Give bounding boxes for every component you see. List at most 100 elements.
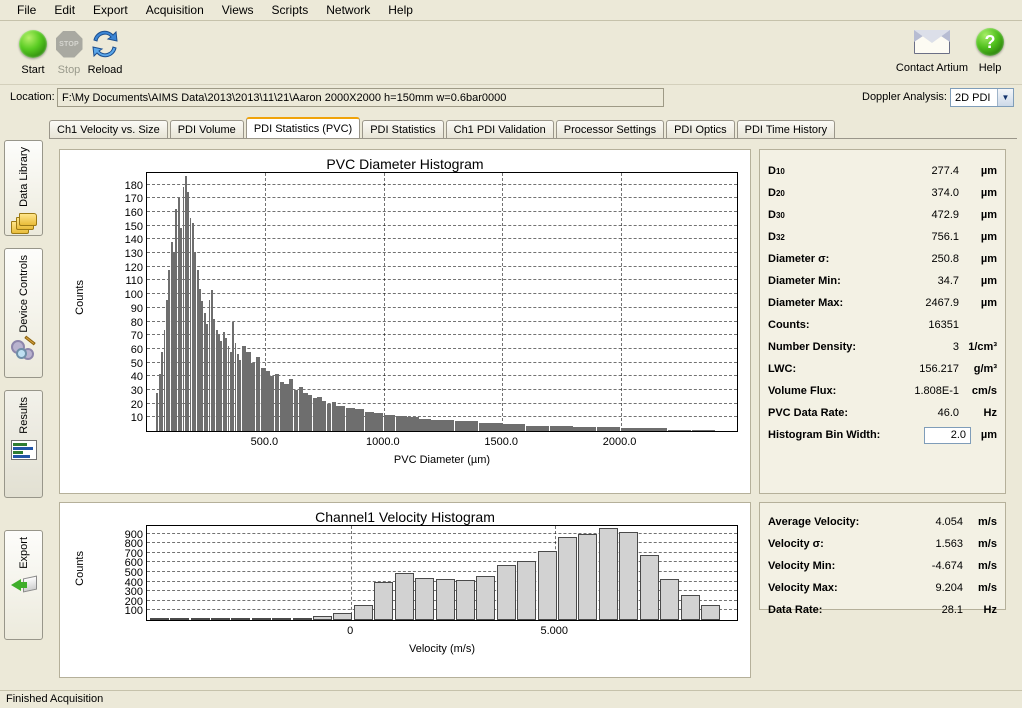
- sidebar-item-export[interactable]: Export: [4, 530, 43, 640]
- histogram-bar: [299, 387, 303, 431]
- menu-item-scripts[interactable]: Scripts: [263, 1, 318, 19]
- histogram-bar: [538, 551, 557, 620]
- pvc-stat-unit: µm: [981, 253, 997, 265]
- pvc-stat-value: 472.9: [931, 209, 959, 221]
- velocity-plot-area: [146, 525, 738, 621]
- pvc-stat-label: Diameter σ:: [768, 253, 829, 265]
- histogram-bar: [284, 384, 288, 431]
- velocity-stat-value: 9.204: [935, 582, 963, 594]
- menu-item-export[interactable]: Export: [84, 1, 137, 19]
- histogram-bar: [261, 368, 265, 431]
- y-tick-label: 90: [131, 303, 146, 315]
- pvc-stat-subscript: 32: [776, 233, 785, 242]
- tab-pdi-volume[interactable]: PDI Volume: [170, 120, 244, 139]
- histogram-bar: [419, 419, 430, 431]
- histogram-bar: [355, 409, 364, 431]
- pvc-stat-row: LWC:156.217g/m³: [760, 358, 1005, 380]
- sidebar-item-device-controls[interactable]: Device Controls: [4, 248, 43, 378]
- histogram-bar: [256, 357, 260, 431]
- pvc-stat-row: Histogram Bin Width:2.0µm: [760, 424, 1005, 446]
- tab-pdi-statistics-pvc[interactable]: PDI Statistics (PVC): [246, 117, 360, 138]
- location-input[interactable]: F:\My Documents\AIMS Data\2013\2013\11\2…: [57, 88, 664, 107]
- histogram-bar: [336, 406, 345, 431]
- toolbar: Start STOP Stop Reload Contact Artium ? …: [0, 21, 1022, 85]
- histogram-bar: [242, 346, 246, 431]
- histogram-bar: [497, 565, 516, 620]
- pvc-stat-value: 374.0: [931, 187, 959, 199]
- histogram-bar: [272, 618, 291, 620]
- tab-pdi-optics[interactable]: PDI Optics: [666, 120, 735, 139]
- contact-artium-button[interactable]: Contact Artium: [893, 23, 971, 74]
- pvc-statistics-panel: D10277.4µmD20374.0µmD30472.9µmD32756.1µm…: [759, 149, 1006, 494]
- velocity-bars: [147, 526, 737, 620]
- pvc-stat-row: Diameter Min:34.7µm: [760, 270, 1005, 292]
- x-tick-label: 500.0: [251, 436, 279, 448]
- tab-pdi-time-history[interactable]: PDI Time History: [737, 120, 836, 139]
- pvc-bars: [147, 173, 737, 431]
- histogram-bar: [681, 595, 700, 620]
- pvc-stat-label: D: [768, 165, 776, 177]
- pvc-stat-unit: g/m³: [974, 363, 997, 375]
- doppler-analysis-label: Doppler Analysis:: [862, 91, 947, 103]
- tab-ch1-velocity-vs-size[interactable]: Ch1 Velocity vs. Size: [49, 120, 168, 139]
- pvc-stat-value: 756.1: [931, 231, 959, 243]
- menu-item-network[interactable]: Network: [317, 1, 379, 19]
- histogram-bar: [308, 395, 312, 431]
- histogram-bar: [231, 618, 250, 620]
- y-tick-label: 80: [131, 317, 146, 329]
- chevron-down-icon[interactable]: ▼: [997, 89, 1013, 106]
- pvc-x-axis-label: PVC Diameter (µm): [146, 454, 738, 466]
- velocity-stat-row: Velocity Min:-4.674m/s: [760, 555, 1005, 577]
- pvc-histogram-panel: PVC Diameter Histogram 10203040506070809…: [59, 149, 751, 494]
- pvc-stat-row: Counts:16351: [760, 314, 1005, 336]
- menu-item-views[interactable]: Views: [213, 1, 263, 19]
- velocity-stat-label: Velocity σ:: [768, 538, 824, 550]
- pvc-stat-unit: 1/cm³: [968, 341, 997, 353]
- histogram-bar: [619, 532, 638, 620]
- histogram-bar: [502, 424, 525, 431]
- contact-artium-label: Contact Artium: [893, 62, 971, 74]
- histogram-bar: [252, 618, 271, 620]
- reload-button[interactable]: Reload: [78, 25, 132, 76]
- y-tick-label: 140: [125, 234, 146, 246]
- pvc-stat-row: Diameter Max:2467.9µm: [760, 292, 1005, 314]
- y-tick-label: 900: [125, 529, 146, 541]
- pvc-stat-unit: cm/s: [972, 385, 997, 397]
- tab-processor-settings[interactable]: Processor Settings: [556, 120, 664, 139]
- menu-item-help[interactable]: Help: [379, 1, 422, 19]
- velocity-stat-value: 1.563: [935, 538, 963, 550]
- velocity-stat-value: 28.1: [942, 604, 963, 616]
- histogram-bar: [701, 605, 720, 620]
- pvc-stat-label: PVC Data Rate:: [768, 407, 848, 419]
- histogram-bin-width-input[interactable]: 2.0: [924, 427, 971, 444]
- y-tick-label: 120: [125, 262, 146, 274]
- sidebar-item-results[interactable]: Results: [4, 390, 43, 498]
- pvc-stat-row: PVC Data Rate:46.0Hz: [760, 402, 1005, 424]
- histogram-bar: [692, 430, 715, 431]
- location-label: Location:: [10, 91, 55, 103]
- menu-item-acquisition[interactable]: Acquisition: [137, 1, 213, 19]
- doppler-analysis-select[interactable]: 2D PDI ▼: [950, 88, 1014, 107]
- histogram-bar: [395, 573, 414, 620]
- velocity-stat-label: Data Rate:: [768, 604, 822, 616]
- velocity-stat-row: Velocity σ:1.563m/s: [760, 533, 1005, 555]
- x-tick-label: 0: [347, 625, 353, 637]
- help-button[interactable]: ? Help: [968, 23, 1012, 74]
- reload-button-label: Reload: [78, 64, 132, 76]
- pvc-y-axis-label: Counts: [74, 280, 86, 315]
- menu-item-edit[interactable]: Edit: [45, 1, 84, 19]
- y-tick-label: 50: [131, 358, 146, 370]
- menu-item-file[interactable]: File: [8, 1, 45, 19]
- sidebar-item-data-library[interactable]: Data Library: [4, 140, 43, 236]
- histogram-bar: [374, 413, 383, 431]
- velocity-histogram-panel: Channel1 Velocity Histogram 100200300400…: [59, 502, 751, 678]
- histogram-bar: [396, 416, 407, 431]
- y-tick-label: 110: [125, 275, 146, 287]
- tab-pdi-statistics[interactable]: PDI Statistics: [362, 120, 443, 139]
- histogram-bar: [327, 404, 331, 431]
- histogram-bar: [597, 427, 620, 431]
- help-question-icon: ?: [968, 23, 1012, 61]
- pvc-stat-row: D10277.4µm: [760, 160, 1005, 182]
- tab-ch1-pdi-validation[interactable]: Ch1 PDI Validation: [446, 120, 554, 139]
- velocity-stat-unit: m/s: [978, 582, 997, 594]
